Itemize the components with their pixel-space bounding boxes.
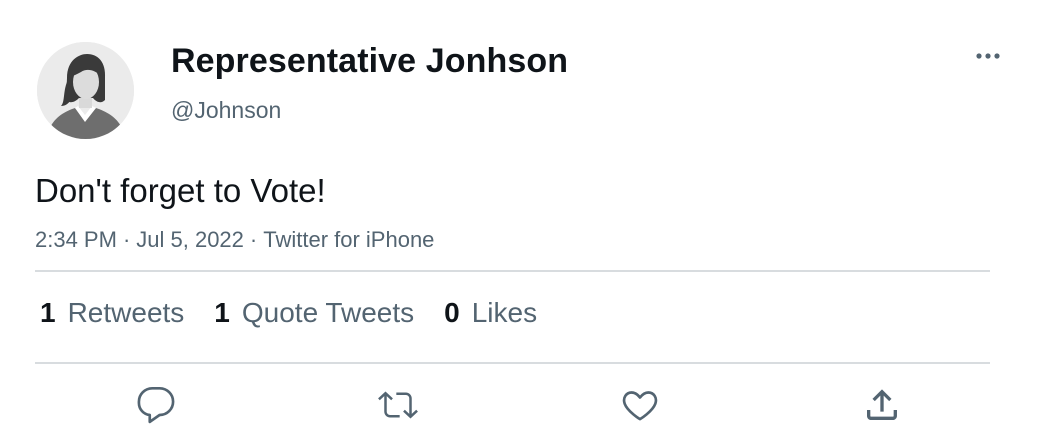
more-options-icon xyxy=(976,53,1000,59)
quote-tweets-stat[interactable]: 1 Quote Tweets xyxy=(214,297,414,329)
default-avatar-icon xyxy=(37,42,134,139)
heart-icon xyxy=(622,391,658,421)
retweets-label: Retweets xyxy=(67,297,185,328)
tweet-stats: 1 Retweets 1 Quote Tweets 0 Likes xyxy=(40,297,567,329)
reply-icon xyxy=(137,387,175,424)
likes-count: 0 xyxy=(444,297,460,328)
user-handle[interactable]: @Johnson xyxy=(171,97,281,124)
divider xyxy=(35,270,990,272)
meta-separator: · xyxy=(249,227,258,252)
retweet-icon xyxy=(378,391,418,419)
tweet-date[interactable]: Jul 5, 2022 xyxy=(136,227,244,252)
reply-button[interactable] xyxy=(134,383,178,427)
retweets-count: 1 xyxy=(40,297,56,328)
retweets-stat[interactable]: 1 Retweets xyxy=(40,297,184,329)
meta-separator: · xyxy=(122,227,131,252)
likes-stat[interactable]: 0 Likes xyxy=(444,297,537,329)
share-icon xyxy=(867,389,897,420)
tweet-source[interactable]: Twitter for iPhone xyxy=(263,227,434,252)
retweet-button[interactable] xyxy=(376,383,420,427)
likes-label: Likes xyxy=(471,297,538,328)
divider xyxy=(35,362,990,364)
tweet-time[interactable]: 2:34 PM xyxy=(35,227,117,252)
avatar[interactable] xyxy=(37,42,134,139)
share-button[interactable] xyxy=(860,383,904,427)
display-name[interactable]: Representative Jonhson xyxy=(171,42,568,81)
like-button[interactable] xyxy=(618,383,662,427)
quote-tweets-count: 1 xyxy=(214,297,230,328)
tweet-text: Don't forget to Vote! xyxy=(35,172,326,209)
tweet-meta: 2:34 PM · Jul 5, 2022 · Twitter for iPhone xyxy=(35,227,434,253)
more-options-button[interactable] xyxy=(970,44,1006,68)
quote-tweets-label: Quote Tweets xyxy=(241,297,415,328)
